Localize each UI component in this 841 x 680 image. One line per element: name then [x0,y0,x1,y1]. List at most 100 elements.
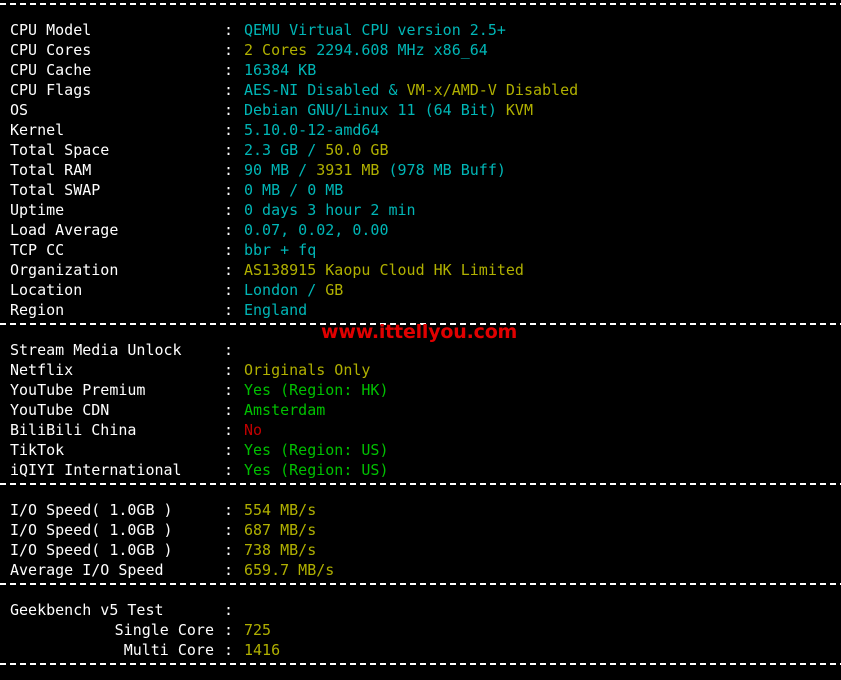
info-label: CPU Flags [10,81,92,99]
info-label: I/O Speed( 1.0GB ) [10,521,173,539]
info-value: Amsterdam [244,401,325,419]
info-colon: : [224,601,234,619]
info-value-segment: Yes (Region: US) [244,461,389,479]
info-row: Location: London / GB [0,280,841,300]
info-row: CPU Cache:16384 KB [0,60,841,80]
info-value: Debian GNU/Linux 11 (64 Bit) KVM [244,101,533,119]
info-value: 659.7 MB/s [244,561,334,579]
info-colon: : [224,161,234,179]
info-value-segment: 3931 MB [316,161,380,179]
info-value: QEMU Virtual CPU version 2.5+ [244,21,506,39]
info-row: BiliBili China: No [0,420,841,440]
info-value-segment: 725 [244,621,272,639]
info-colon: : [224,101,234,119]
info-value: Yes (Region: US) [244,441,389,459]
info-value-segment: No [244,421,263,439]
info-value-segment: 687 MB/s [244,521,317,539]
info-label: Multi Core [123,641,214,659]
info-value: 725 [244,621,271,639]
info-value-segment: 2 Cores [244,41,308,59]
info-row: TCP CC: bbr + fq [0,240,841,260]
info-colon: : [224,281,234,299]
info-label: Kernel [10,121,65,139]
info-value: No [244,421,262,439]
info-colon: : [224,521,234,539]
info-row: Total Space:2.3 GB / 50.0 GB [0,140,841,160]
info-label: iQIYI International [10,461,182,479]
info-value-segment: Amsterdam [244,401,326,419]
info-value-segment: & [379,81,407,99]
info-label: Stream Media Unlock [10,341,182,359]
info-value-segment: Debian GNU/Linux 11 (64 Bit) [244,101,506,119]
info-colon: : [224,21,234,39]
info-row: I/O Speed( 1.0GB ):738 MB/s [0,540,841,560]
info-value-segment: 738 MB/s [244,541,317,559]
info-row: Netflix: Originals Only [0,360,841,380]
info-row: Load Average:0.07, 0.02, 0.00 [0,220,841,240]
info-value: 687 MB/s [244,521,316,539]
info-value: 2.3 GB / 50.0 GB [244,141,389,159]
info-colon: : [224,401,234,419]
info-value: 90 MB / 3931 MB (978 MB Buff) [244,161,506,179]
info-value-segment: KVM [505,101,533,119]
info-row: Geekbench v5 Test: [0,600,841,620]
info-label: CPU Model [10,21,92,39]
section-separator [0,480,841,500]
info-row: Average I/O Speed:659.7 MB/s [0,560,841,580]
info-value-segment: 2.3 GB / [244,141,326,159]
info-colon: : [224,201,234,219]
info-row: Total RAM:90 MB / 3931 MB (978 MB Buff) [0,160,841,180]
info-value: Originals Only [244,361,370,379]
info-value-segment: 90 MB / [244,161,317,179]
info-row: Single Core:725 [0,620,841,640]
info-value: 738 MB/s [244,541,316,559]
info-colon: : [224,81,234,99]
info-row: Region: England [0,300,841,320]
info-value-segment: 2294.608 MHz x86_64 [307,41,488,59]
info-value: AS138915 Kaopu Cloud HK Limited [244,261,524,279]
info-value: 0 days 3 hour 2 min [244,201,416,219]
info-label: YouTube Premium [10,381,146,399]
info-label: Total RAM [10,161,92,179]
info-colon: : [224,221,234,239]
info-colon: : [224,241,234,259]
section-system-info: CPU Model: QEMU Virtual CPU version 2.5+ C… [0,20,841,320]
info-colon: : [224,61,234,79]
info-label: I/O Speed( 1.0GB ) [10,541,173,559]
info-value-segment: 554 MB/s [244,501,317,519]
info-value-segment: 0 MB / 0 MB [244,181,344,199]
info-row: CPU Flags: AES-NI Disabled & VM-x/AMD-V D… [0,80,841,100]
section-io-speed: I/O Speed( 1.0GB ):554 MB/s I/O Speed( 1.… [0,500,841,580]
info-label: Total Space [10,141,110,159]
info-value-segment: England [244,301,308,319]
info-label: BiliBili China [10,421,137,439]
info-colon: : [224,541,234,559]
info-value-segment: bbr + fq [244,241,317,259]
info-label: Average I/O Speed [10,561,164,579]
info-label: Uptime [10,201,65,219]
info-value: 554 MB/s [244,501,316,519]
info-value: Yes (Region: US) [244,461,389,479]
info-value-segment: 0 days 3 hour 2 min [244,201,416,219]
info-value-segment: 0.07, 0.02, 0.00 [244,221,389,239]
info-value: Yes (Region: HK) [244,381,389,399]
info-colon: : [224,561,234,579]
info-value-segment: VM-x/AMD-V Disabled [406,81,579,99]
info-label: Location [10,281,83,299]
info-value-segment: AS138915 Kaopu Cloud HK Limited [244,261,524,279]
info-colon: : [224,461,234,479]
info-colon: : [224,361,234,379]
section-separator [0,660,841,680]
info-value-segment: 5.10.0-12-amd64 [244,121,380,139]
info-row: Stream Media Unlock: [0,340,841,360]
info-colon: : [224,181,234,199]
info-row: iQIYI International: Yes (Region: US) [0,460,841,480]
info-colon: : [224,381,234,399]
site-watermark: www.ittellyou.com [321,321,518,343]
info-label: Total SWAP [10,181,101,199]
info-row: CPU Cores:2 Cores 2294.608 MHz x86_64 [0,40,841,60]
info-value-segment: 16384 KB [244,61,317,79]
info-label: CPU Cores [10,41,92,59]
info-label: Single Core [114,621,214,639]
info-value: AES-NI Disabled & VM-x/AMD-V Disabled [244,81,578,99]
